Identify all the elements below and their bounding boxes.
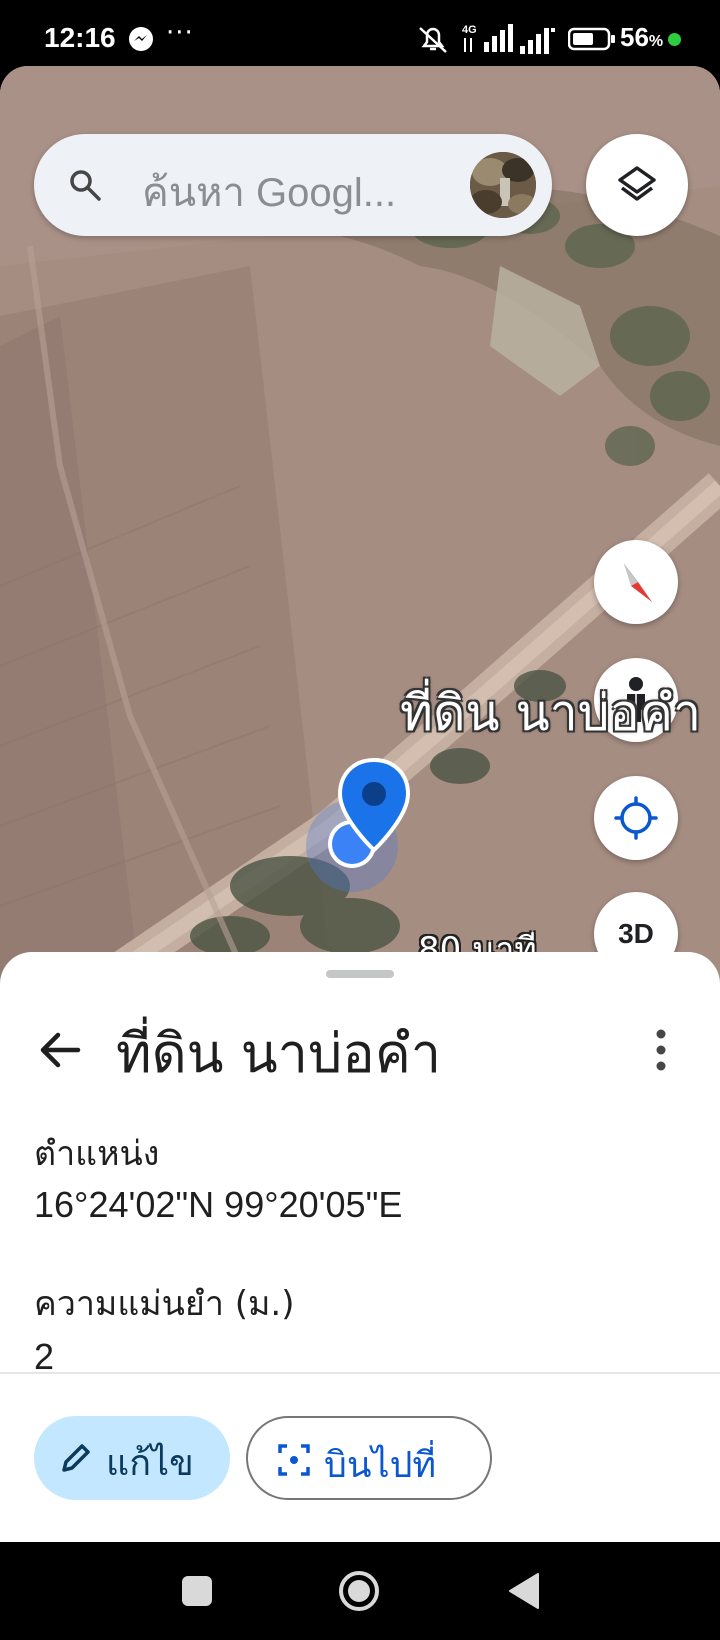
- layers-icon: [618, 166, 656, 201]
- map-place-label[interactable]: ที่ดิน นาบ่อคำ: [400, 674, 701, 753]
- home-icon[interactable]: [338, 1570, 380, 1612]
- more-notifications-icon: ···: [166, 18, 194, 48]
- accuracy-label: ความแม่นยำ (ม.): [34, 1284, 295, 1324]
- my-location-button[interactable]: [594, 776, 678, 860]
- fly-to-icon: [278, 1444, 310, 1476]
- back-arrow-icon[interactable]: [36, 1026, 84, 1074]
- location-label: ตำแหน่ง: [34, 1134, 160, 1174]
- place-bottom-sheet[interactable]: ที่ดิน นาบ่อคำ ตำแหน่ง 16°24'02"N 99°20'…: [0, 952, 720, 1542]
- pencil-icon: [62, 1444, 90, 1472]
- search-bar[interactable]: ค้นหา Googl...: [34, 134, 552, 236]
- battery-percent: 56%: [620, 22, 664, 52]
- mute-icon: [419, 27, 447, 53]
- svg-text:4G: 4G: [462, 24, 477, 36]
- compass-button[interactable]: [594, 540, 678, 624]
- status-time: 12:16: [44, 22, 116, 53]
- map-view[interactable]: ค้นหา Googl... 3D ที่ดิน นาบ่อคำ 80 นาที: [0, 66, 720, 986]
- battery-icon: [568, 27, 615, 51]
- coordinates-value: 16°24'02"N 99°20'05"E: [34, 1184, 403, 1225]
- accuracy-value: 2: [34, 1336, 55, 1372]
- edit-button[interactable]: แก้ไข: [34, 1416, 230, 1500]
- fly-to-button[interactable]: บินไปที่: [246, 1416, 492, 1500]
- avatar-image: [470, 152, 536, 218]
- privacy-indicator-dot: [668, 33, 681, 46]
- layers-button[interactable]: [586, 134, 688, 236]
- recents-icon[interactable]: [180, 1574, 214, 1608]
- messenger-icon: [129, 27, 153, 51]
- back-icon[interactable]: [506, 1572, 540, 1610]
- signal-icon: [520, 28, 555, 54]
- divider: [0, 1372, 720, 1374]
- signal-4g-icon: 4G: [462, 24, 513, 52]
- place-title: ที่ดิน นาบ่อคำ: [116, 1022, 442, 1085]
- compass-icon: [623, 563, 653, 603]
- fly-to-button-label: บินไปที่: [324, 1445, 437, 1486]
- my-location-icon: [614, 796, 658, 840]
- system-nav-bar: [0, 1542, 720, 1640]
- sheet-content: ที่ดิน นาบ่อคำ ตำแหน่ง 16°24'02"N 99°20'…: [0, 952, 720, 1372]
- avatar[interactable]: [470, 152, 536, 218]
- search-input[interactable]: ค้นหา Googl...: [142, 160, 396, 224]
- edit-button-label: แก้ไข: [106, 1443, 194, 1484]
- more-options-icon[interactable]: [646, 1026, 676, 1074]
- search-icon: [70, 170, 101, 201]
- location-pin-icon[interactable]: [334, 756, 414, 856]
